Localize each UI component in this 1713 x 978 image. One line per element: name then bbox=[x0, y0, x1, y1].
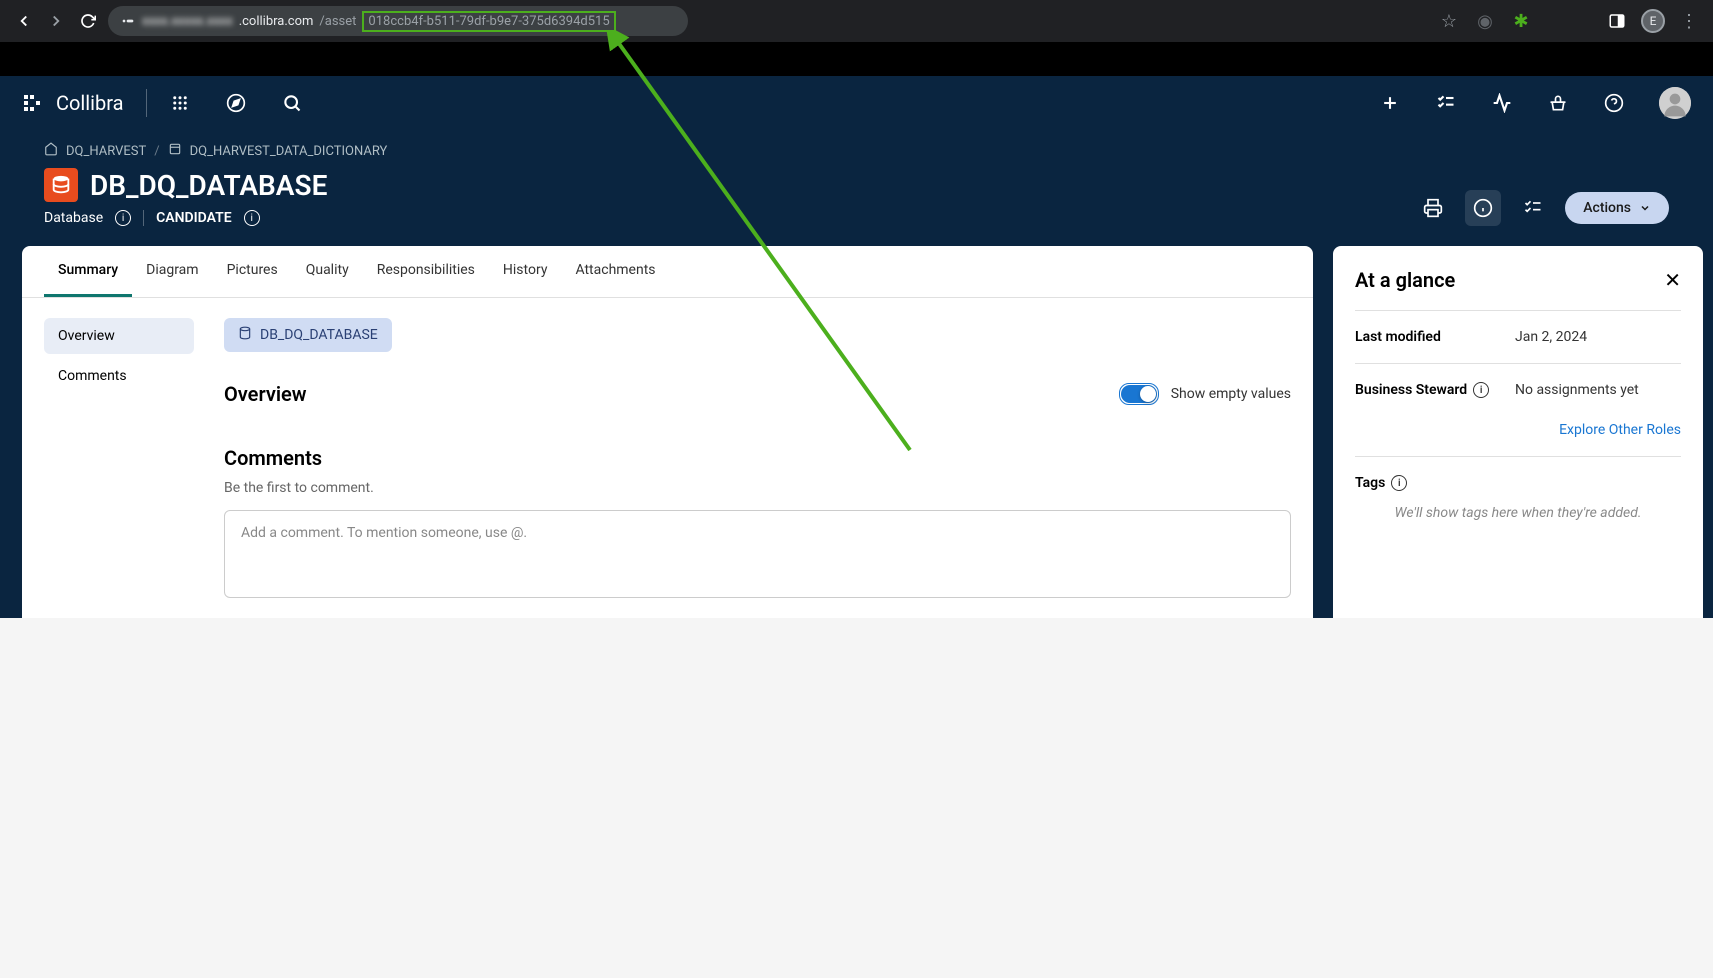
activity-icon[interactable] bbox=[1491, 92, 1513, 114]
breadcrumb-community-icon bbox=[44, 142, 58, 160]
last-modified-value: Jan 2, 2024 bbox=[1515, 329, 1587, 345]
nav-overview[interactable]: Overview bbox=[44, 318, 194, 354]
main-content: DB_DQ_DATABASE Overview Show empty value… bbox=[224, 318, 1291, 598]
search-icon[interactable] bbox=[281, 92, 303, 114]
tab-bar: Summary Diagram Pictures Quality Respons… bbox=[22, 246, 1313, 298]
profile-avatar[interactable]: E bbox=[1641, 9, 1665, 33]
compass-icon[interactable] bbox=[225, 92, 247, 114]
chevron-down-icon bbox=[1639, 202, 1651, 214]
section-nav: Overview Comments bbox=[44, 318, 194, 598]
comments-title: Comments bbox=[224, 446, 1291, 470]
extension-icon-2[interactable]: ✱ bbox=[1509, 9, 1533, 33]
last-modified-label: Last modified bbox=[1355, 329, 1515, 345]
browser-menu-icon[interactable]: ⋮ bbox=[1677, 9, 1701, 33]
browser-address-bar: xxxx.xxxxx.xxxx .collibra.com /asset 018… bbox=[0, 0, 1713, 42]
comments-subtitle: Be the first to comment. bbox=[224, 480, 1291, 496]
info-panel-toggle[interactable] bbox=[1465, 190, 1501, 226]
main-layout: Summary Diagram Pictures Quality Respons… bbox=[0, 246, 1713, 618]
star-bookmark-icon[interactable]: ☆ bbox=[1437, 9, 1461, 33]
breadcrumb-separator: / bbox=[154, 144, 159, 159]
breadcrumb: DQ_HARVEST / DQ_HARVEST_DATA_DICTIONARY bbox=[44, 142, 1415, 160]
tasks-icon[interactable] bbox=[1435, 92, 1457, 114]
asset-status: CANDIDATE bbox=[156, 210, 232, 226]
business-steward-label: Business Steward i bbox=[1355, 382, 1515, 398]
url-domain-blurred: xxxx.xxxxx.xxxx bbox=[142, 14, 233, 29]
header-divider bbox=[146, 89, 147, 117]
extension-icon-1[interactable]: ◉ bbox=[1473, 9, 1497, 33]
nav-comments[interactable]: Comments bbox=[44, 358, 194, 394]
breadcrumb-domain-icon bbox=[168, 142, 182, 160]
tasks-panel-icon[interactable] bbox=[1515, 190, 1551, 226]
database-icon bbox=[238, 326, 252, 344]
basket-icon[interactable] bbox=[1547, 92, 1569, 114]
browser-tab-strip bbox=[0, 42, 1713, 76]
collibra-logo-icon bbox=[22, 91, 46, 115]
actions-dropdown[interactable]: Actions bbox=[1565, 192, 1669, 224]
url-asset-id-highlighted: 018ccb4f-b511-79df-b9e7-375d6394d515 bbox=[362, 11, 615, 32]
apps-grid-icon[interactable] bbox=[169, 92, 191, 114]
toggle-label: Show empty values bbox=[1171, 386, 1291, 402]
brand-name: Collibra bbox=[56, 91, 124, 115]
add-icon[interactable] bbox=[1379, 92, 1401, 114]
comment-input[interactable]: Add a comment. To mention someone, use @… bbox=[224, 510, 1291, 598]
url-path: /asset bbox=[319, 14, 356, 29]
brand-logo[interactable]: Collibra bbox=[22, 91, 124, 115]
reload-button[interactable] bbox=[76, 9, 100, 33]
print-icon[interactable] bbox=[1415, 190, 1451, 226]
info-icon[interactable]: i bbox=[244, 210, 260, 226]
url-domain-suffix: .collibra.com bbox=[239, 14, 314, 29]
url-bar[interactable]: xxxx.xxxxx.xxxx .collibra.com /asset 018… bbox=[108, 6, 688, 36]
close-icon[interactable]: ✕ bbox=[1664, 268, 1681, 292]
glance-panel: At a glance ✕ Last modified Jan 2, 2024 … bbox=[1333, 246, 1703, 618]
page-background bbox=[0, 618, 1713, 978]
site-info-icon[interactable] bbox=[120, 13, 136, 29]
explore-roles-link[interactable]: Explore Other Roles bbox=[1355, 416, 1681, 457]
back-button[interactable] bbox=[12, 9, 36, 33]
forward-button[interactable] bbox=[44, 9, 68, 33]
chip-label: DB_DQ_DATABASE bbox=[260, 327, 378, 343]
meta-divider bbox=[143, 210, 144, 226]
tab-summary[interactable]: Summary bbox=[44, 246, 132, 297]
asset-type-icon bbox=[44, 168, 78, 202]
tab-history[interactable]: History bbox=[489, 246, 562, 297]
breadcrumb-item-1[interactable]: DQ_HARVEST bbox=[66, 144, 146, 159]
tab-diagram[interactable]: Diagram bbox=[132, 246, 212, 297]
help-icon[interactable] bbox=[1603, 92, 1625, 114]
app-header: Collibra bbox=[0, 76, 1713, 130]
tab-quality[interactable]: Quality bbox=[292, 246, 363, 297]
tags-label: Tags i bbox=[1355, 475, 1681, 491]
panel-icon[interactable] bbox=[1605, 9, 1629, 33]
tab-attachments[interactable]: Attachments bbox=[561, 246, 669, 297]
asset-header: DQ_HARVEST / DQ_HARVEST_DATA_DICTIONARY … bbox=[0, 130, 1713, 246]
info-icon[interactable]: i bbox=[115, 210, 131, 226]
asset-chip[interactable]: DB_DQ_DATABASE bbox=[224, 318, 392, 352]
glance-title: At a glance bbox=[1355, 268, 1455, 292]
info-icon[interactable]: i bbox=[1473, 382, 1489, 398]
content-panel: Summary Diagram Pictures Quality Respons… bbox=[22, 246, 1313, 618]
info-icon[interactable]: i bbox=[1391, 475, 1407, 491]
overview-title: Overview bbox=[224, 382, 307, 406]
user-avatar[interactable] bbox=[1659, 87, 1691, 119]
tab-responsibilities[interactable]: Responsibilities bbox=[363, 246, 489, 297]
actions-label: Actions bbox=[1583, 200, 1631, 216]
tab-pictures[interactable]: Pictures bbox=[213, 246, 292, 297]
business-steward-value: No assignments yet bbox=[1515, 382, 1639, 398]
tags-empty-state: We'll show tags here when they're added. bbox=[1355, 505, 1681, 521]
asset-type-label: Database bbox=[44, 210, 103, 226]
show-empty-toggle[interactable] bbox=[1119, 383, 1159, 405]
asset-title: DB_DQ_DATABASE bbox=[90, 169, 327, 202]
breadcrumb-item-2[interactable]: DQ_HARVEST_DATA_DICTIONARY bbox=[190, 144, 388, 159]
